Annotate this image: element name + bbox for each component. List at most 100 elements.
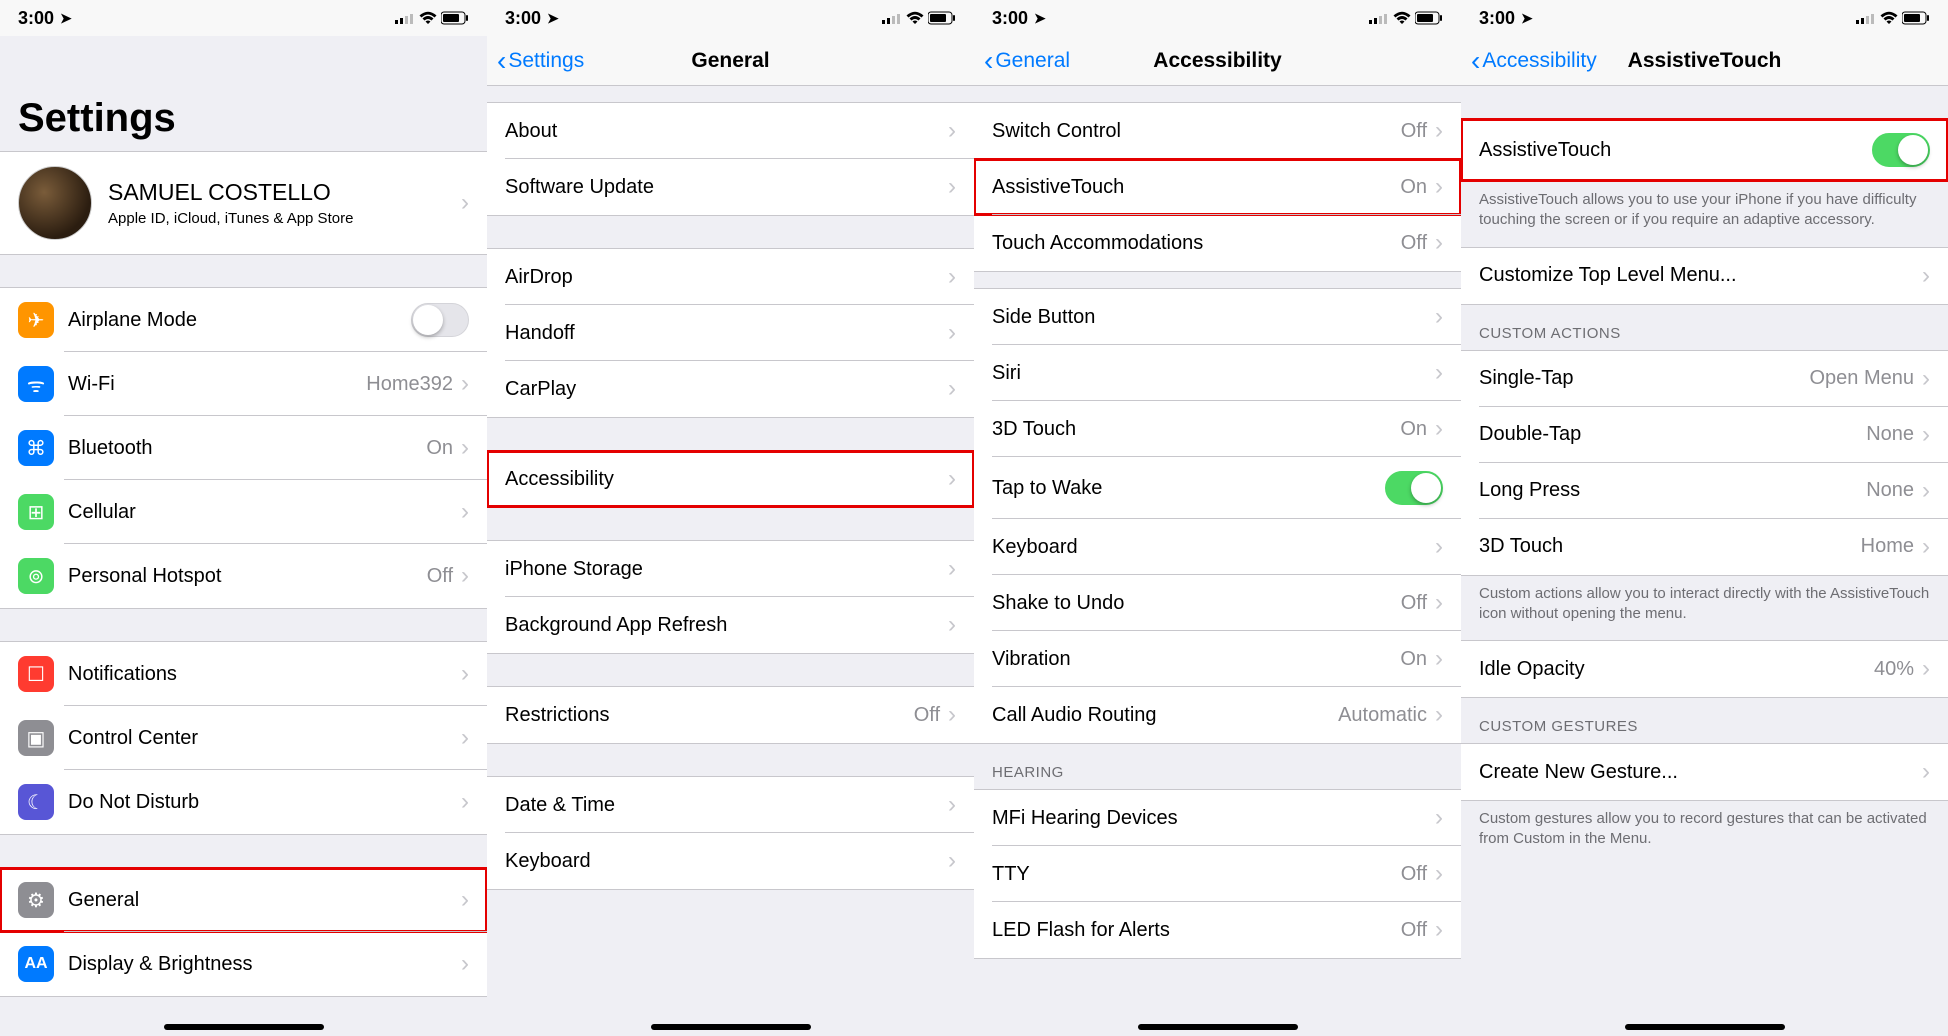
row-switch-control[interactable]: Switch ControlOff› [974, 103, 1461, 159]
chevron-right-icon: › [948, 117, 956, 145]
chevron-right-icon: › [948, 701, 956, 729]
row-tap-to-wake[interactable]: Tap to Wake [974, 457, 1461, 519]
row-accessibility[interactable]: Accessibility› [487, 451, 974, 507]
status-icons [1856, 11, 1930, 25]
row-3d-touch[interactable]: 3D TouchHome› [1461, 519, 1948, 575]
footer-custom-actions: Custom actions allow you to interact dir… [1461, 576, 1948, 641]
row-bluetooth[interactable]: ⌘BluetoothOn› [0, 416, 487, 480]
row-call-audio-routing[interactable]: Call Audio RoutingAutomatic› [974, 687, 1461, 743]
row-siri[interactable]: Siri› [974, 345, 1461, 401]
controlcenter-icon: ▣ [18, 720, 54, 756]
row-vibration[interactable]: VibrationOn› [974, 631, 1461, 687]
status-time: 3:00 [505, 8, 541, 29]
battery-icon [441, 11, 469, 25]
row-value: Automatic [1338, 704, 1427, 727]
row-iphone-storage[interactable]: iPhone Storage› [487, 541, 974, 597]
row-label: Bluetooth [68, 437, 426, 460]
row-airdrop[interactable]: AirDrop› [487, 249, 974, 305]
nav-title: Accessibility [1153, 49, 1281, 73]
bluetooth-icon: ⌘ [18, 430, 54, 466]
row-personal-hotspot[interactable]: ⊚Personal HotspotOff› [0, 544, 487, 608]
profile-sub: Apple ID, iCloud, iTunes & App Store [108, 210, 461, 227]
status-time: 3:00 [1479, 8, 1515, 29]
status-icons [395, 11, 469, 25]
row-label: Handoff [505, 322, 948, 345]
back-button[interactable]: ‹Settings [487, 47, 584, 75]
home-indicator[interactable] [1625, 1024, 1785, 1030]
toggle[interactable] [411, 303, 469, 337]
home-indicator[interactable] [651, 1024, 811, 1030]
row-label: Accessibility [505, 468, 948, 491]
row-display-brightness[interactable]: AADisplay & Brightness› [0, 932, 487, 996]
row-assistivetouch[interactable]: AssistiveTouch [1461, 119, 1948, 181]
row-touch-accommodations[interactable]: Touch AccommodationsOff› [974, 215, 1461, 271]
row-shake-to-undo[interactable]: Shake to UndoOff› [974, 575, 1461, 631]
row-label: 3D Touch [1479, 535, 1861, 558]
row-mfi-hearing-devices[interactable]: MFi Hearing Devices› [974, 790, 1461, 846]
row-date-time[interactable]: Date & Time› [487, 777, 974, 833]
row-about[interactable]: About› [487, 103, 974, 159]
row-background-app-refresh[interactable]: Background App Refresh› [487, 597, 974, 653]
row-label: Siri [992, 362, 1435, 385]
row-cellular[interactable]: ⊞Cellular› [0, 480, 487, 544]
row-led-flash-for-alerts[interactable]: LED Flash for AlertsOff› [974, 902, 1461, 958]
home-indicator[interactable] [164, 1024, 324, 1030]
row-keyboard[interactable]: Keyboard› [974, 519, 1461, 575]
row-value: Off [1401, 863, 1427, 886]
row-notifications[interactable]: ☐Notifications› [0, 642, 487, 706]
chevron-right-icon: › [1922, 655, 1930, 683]
row-tty[interactable]: TTYOff› [974, 846, 1461, 902]
row-double-tap[interactable]: Double-TapNone› [1461, 407, 1948, 463]
back-button[interactable]: ‹Accessibility [1461, 47, 1597, 75]
chevron-right-icon: › [1435, 804, 1443, 832]
row-general[interactable]: ⚙General› [0, 868, 487, 932]
chevron-right-icon: › [1435, 701, 1443, 729]
home-indicator[interactable] [1138, 1024, 1298, 1030]
row-side-button[interactable]: Side Button› [974, 289, 1461, 345]
row-wi-fi[interactable]: ᯤWi-FiHome392› [0, 352, 487, 416]
location-icon: ➤ [1521, 10, 1533, 27]
row-create-new-gesture-[interactable]: Create New Gesture...› [1461, 744, 1948, 800]
chevron-right-icon: › [1922, 262, 1930, 290]
battery-icon [928, 11, 956, 25]
row-single-tap[interactable]: Single-TapOpen Menu› [1461, 351, 1948, 407]
chevron-right-icon: › [461, 886, 469, 914]
chevron-right-icon: › [461, 370, 469, 398]
chevron-right-icon: › [948, 611, 956, 639]
back-label: Settings [508, 49, 584, 73]
row-idle-opacity[interactable]: Idle Opacity40%› [1461, 641, 1948, 697]
row-software-update[interactable]: Software Update› [487, 159, 974, 215]
back-button[interactable]: ‹General [974, 47, 1070, 75]
row-long-press[interactable]: Long PressNone› [1461, 463, 1948, 519]
row-carplay[interactable]: CarPlay› [487, 361, 974, 417]
row-label: Do Not Disturb [68, 791, 461, 814]
row-value: None [1866, 423, 1914, 446]
row-control-center[interactable]: ▣Control Center› [0, 706, 487, 770]
row-customize-top-level-menu-[interactable]: Customize Top Level Menu...› [1461, 248, 1948, 304]
section-header-hearing: HEARING [974, 744, 1461, 789]
row-airplane-mode[interactable]: ✈Airplane Mode [0, 288, 487, 352]
profile-row[interactable]: SAMUEL COSTELLO Apple ID, iCloud, iTunes… [0, 152, 487, 254]
row-restrictions[interactable]: RestrictionsOff› [487, 687, 974, 743]
row-value: Off [914, 704, 940, 727]
phone-general: 3:00➤ ‹Settings General About›Software U… [487, 0, 974, 1036]
status-time: 3:00 [992, 8, 1028, 29]
row-keyboard[interactable]: Keyboard› [487, 833, 974, 889]
row-label: TTY [992, 863, 1401, 886]
row-label: Shake to Undo [992, 592, 1401, 615]
row-label: Touch Accommodations [992, 232, 1401, 255]
nav-bar: ‹Settings General [487, 36, 974, 86]
row-label: Customize Top Level Menu... [1479, 264, 1922, 287]
row-3d-touch[interactable]: 3D TouchOn› [974, 401, 1461, 457]
avatar [18, 166, 92, 240]
toggle[interactable] [1385, 471, 1443, 505]
chevron-right-icon: › [461, 498, 469, 526]
row-handoff[interactable]: Handoff› [487, 305, 974, 361]
toggle[interactable] [1872, 133, 1930, 167]
row-assistivetouch[interactable]: AssistiveTouchOn› [974, 159, 1461, 215]
back-label: Accessibility [1482, 49, 1596, 73]
chevron-right-icon: › [1435, 916, 1443, 944]
row-do-not-disturb[interactable]: ☾Do Not Disturb› [0, 770, 487, 834]
wifi-icon [1393, 11, 1411, 25]
signal-icon [1856, 12, 1876, 24]
